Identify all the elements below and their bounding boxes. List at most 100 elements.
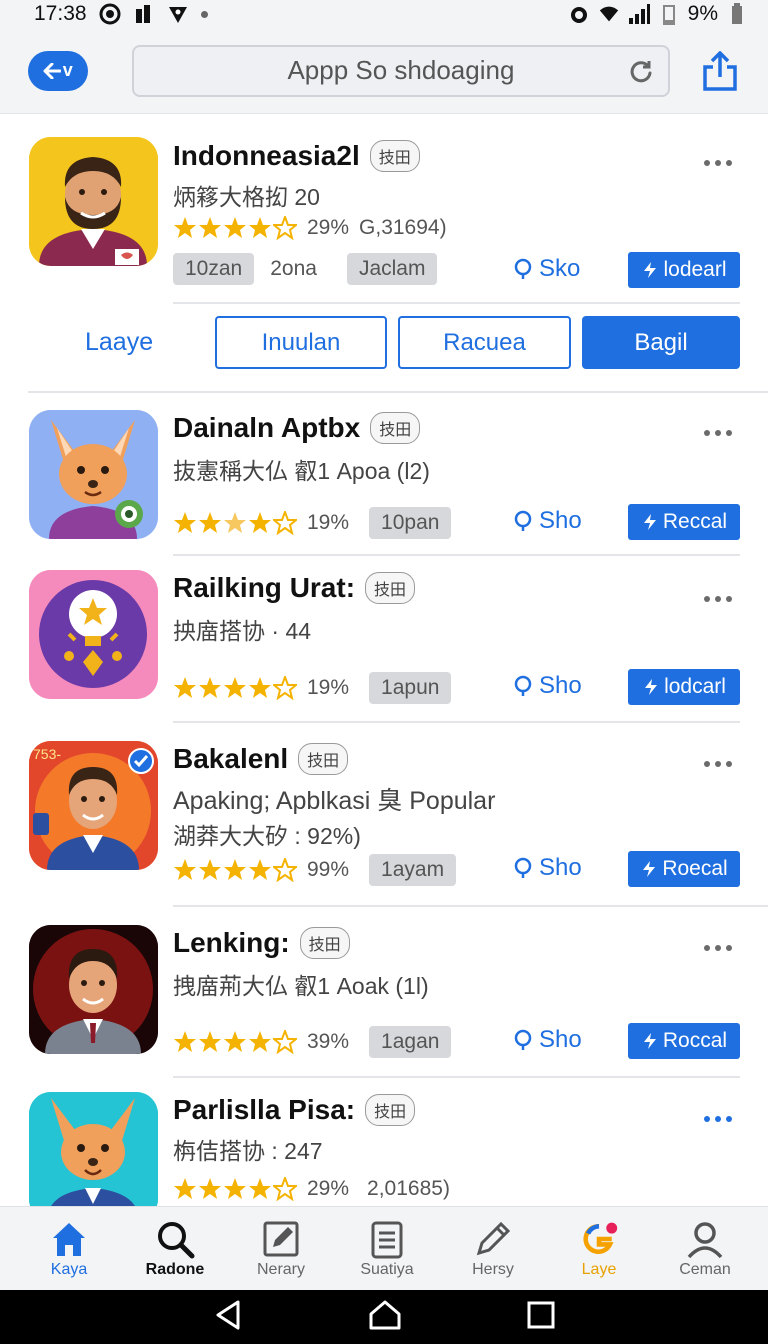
app-icon-businessman[interactable]: 753- <box>29 741 158 870</box>
app-subtitle: 抰庿搭协 · 44 <box>173 618 312 644</box>
info-pill: 1agan <box>369 1026 452 1058</box>
segment-button-bagil[interactable]: Bagil <box>582 316 740 369</box>
sho-label: Sho <box>539 507 582 534</box>
app-title-text: Lenking: <box>173 927 290 958</box>
nav-item-ceman[interactable]: Ceman <box>652 1207 758 1291</box>
nav-item-radone[interactable]: Radone <box>122 1207 228 1291</box>
wifi-icon <box>598 3 620 25</box>
back-button[interactable]: v <box>28 50 88 91</box>
sho-link[interactable]: Sko <box>513 255 580 283</box>
rating-percent: 39% <box>307 1030 350 1053</box>
alarm-icon <box>568 3 590 25</box>
app-title[interactable]: Railking Urat: 技田 <box>173 572 416 604</box>
games-icon <box>579 1219 619 1259</box>
system-home-button[interactable] <box>368 1299 402 1336</box>
shield-icon <box>167 3 189 25</box>
rating-row: 99% 1ayam <box>173 853 457 887</box>
sho-link[interactable]: Sho <box>513 507 582 535</box>
sho-link[interactable]: Sho <box>513 854 582 882</box>
divider <box>173 721 740 723</box>
share-button[interactable] <box>700 48 740 94</box>
app-icon-fox[interactable] <box>29 410 158 539</box>
app-title[interactable]: Parlislla Pisa: 技田 <box>173 1094 416 1126</box>
edit-icon <box>261 1219 301 1259</box>
action-button[interactable]: Reccal <box>628 504 740 540</box>
battery-icon <box>726 3 748 25</box>
bolt-icon <box>644 262 657 278</box>
more-options-button[interactable] <box>704 943 736 953</box>
sho-label: Sho <box>539 854 582 881</box>
app-tag: 技田 <box>298 743 349 775</box>
rating-percent: 19% <box>307 511 350 534</box>
app-subtitle: 栴佶搭协 : 247 <box>173 1138 323 1164</box>
nav-item-nerary[interactable]: Nerary <box>228 1207 334 1291</box>
app-icon-man-bearded[interactable] <box>29 137 158 266</box>
star-icon <box>224 512 246 533</box>
star-rating <box>173 676 297 700</box>
nav-item-hersy[interactable]: Hersy <box>440 1207 546 1291</box>
app-list: Indonneasia2l 技田 炳簃大格抝 20 29% G,31694) 1… <box>0 120 768 1206</box>
more-options-button[interactable] <box>704 594 736 604</box>
action-button[interactable]: lodcarl <box>628 669 740 705</box>
refresh-icon[interactable] <box>628 59 654 85</box>
app-subtitle: 炳簃大格抝 20 <box>173 184 320 210</box>
sho-link[interactable]: Sho <box>513 672 582 700</box>
star-icon <box>199 512 221 533</box>
info-pill: 10pan <box>369 507 452 539</box>
rating-row: 19% 10pan <box>173 506 452 540</box>
app-icon-medal[interactable] <box>29 570 158 699</box>
info-pill: Jaclam <box>346 253 438 285</box>
action-label: lodearl <box>663 258 727 281</box>
system-recents-button[interactable] <box>526 1300 556 1335</box>
bolt-icon <box>643 1033 656 1049</box>
app-title[interactable]: Indonneasia2l 技田 <box>173 140 420 172</box>
square-recents-icon <box>527 1301 555 1328</box>
action-button[interactable]: Rоecal <box>628 851 740 887</box>
app-icon-man-suit[interactable] <box>29 925 158 1054</box>
bottom-navigation: Kaya Radone Nerary Suatiya Hersy Laye Ce… <box>0 1206 768 1290</box>
star-outline-icon <box>273 216 297 240</box>
sho-label: Sho <box>539 672 582 699</box>
star-icon <box>249 1178 271 1199</box>
rating-percent: 29% <box>307 1177 350 1200</box>
star-icon <box>174 217 196 238</box>
share-icon <box>703 50 737 91</box>
action-button[interactable]: lodearl <box>628 252 740 288</box>
nav-item-laye[interactable]: Laye <box>546 1207 652 1291</box>
app-title[interactable]: Dainaln Aptbx 技田 <box>173 412 421 444</box>
signal-icon <box>628 3 650 25</box>
divider <box>173 905 768 907</box>
app-icon-fox-suit[interactable] <box>29 1092 158 1206</box>
app-title[interactable]: Lenking: 技田 <box>173 927 350 959</box>
segment-button-inuulan[interactable]: Inuulan <box>215 316 387 369</box>
rating-percent: 29% <box>307 216 350 239</box>
star-icon <box>174 512 196 533</box>
more-options-button[interactable] <box>704 759 736 769</box>
pill-row: 10zan 2ona Jaclam <box>173 252 438 286</box>
star-outline-icon <box>273 511 297 535</box>
system-back-button[interactable] <box>212 1299 244 1336</box>
star-icon <box>249 1031 271 1052</box>
app-title[interactable]: Bakalenl 技田 <box>173 743 349 775</box>
rating-row: 39% 1agan <box>173 1025 452 1059</box>
segment-button-racuea[interactable]: Racuea <box>398 316 571 369</box>
nav-item-kaya[interactable]: Kaya <box>16 1207 122 1291</box>
sho-link[interactable]: Sho <box>513 1026 582 1054</box>
nav-label: Radone <box>145 1261 205 1278</box>
app-tag: 技田 <box>370 412 421 444</box>
more-options-button[interactable] <box>704 428 736 438</box>
back-button-label: v <box>62 60 73 80</box>
nav-item-suatiya[interactable]: Suatiya <box>334 1207 440 1291</box>
document-icon <box>367 1219 407 1259</box>
rating-row: 29% G,31694) <box>173 211 447 245</box>
action-button[interactable]: Roccal <box>628 1023 740 1059</box>
more-options-button[interactable] <box>704 1114 736 1124</box>
more-options-button[interactable] <box>704 158 736 168</box>
app-subtitle: Apaking; Apblkasi 臭 Popular <box>173 787 496 815</box>
system-navigation-bar <box>0 1290 768 1344</box>
app-title-text: Parlislla Pisa: <box>173 1094 356 1125</box>
app-tag: 技田 <box>299 927 350 959</box>
search-input[interactable]: Appp So shdoaging <box>131 44 671 97</box>
divider <box>173 554 740 556</box>
star-icon <box>249 677 271 698</box>
